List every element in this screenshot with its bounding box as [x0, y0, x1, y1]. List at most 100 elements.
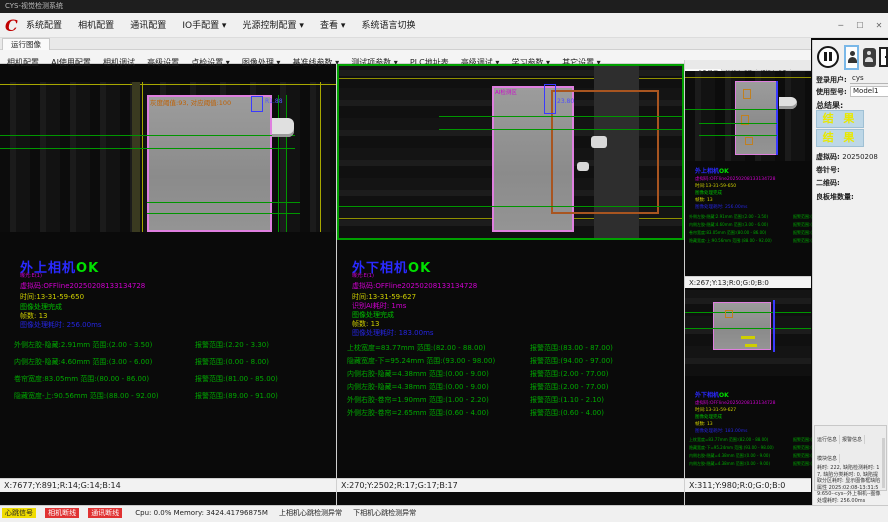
measurement-row: 内侧左胶-隐藏=4.38mm 范围:(0.00 - 9.00) 报警范围:(2.…	[347, 382, 677, 392]
close-icon[interactable]: ✕	[872, 15, 886, 37]
measurement-row: 外侧左胶-卷帘=2.65mm 范围:(0.60 - 4.00) 报警范围:(0.…	[347, 408, 677, 418]
measurement-text: 内侧左胶-隐藏:4.60mm 范围:(3.00 - 6.00)	[689, 222, 768, 227]
mini-line: 图像处理耗时: 256.00ms	[695, 204, 747, 210]
alarm-range: 报警范围:(1.10 - 2.10)	[530, 395, 604, 405]
measurement-row: 卷帘宽度:83.05mm 范围:(80.00 - 86.00) 报警范围:(81…	[14, 374, 334, 384]
alarm-range: 报警范围:(83.00 - 87.00)	[530, 343, 613, 353]
tool-baseline-params[interactable]: 基准线参数 ▾	[293, 56, 340, 69]
measurement-text: 上枕宽度=83.77mm 范围:(82.00 - 88.00)	[347, 344, 486, 352]
panel-separator	[336, 64, 337, 505]
alarm-range: 报警范围:(0.60 - 4.00)	[530, 408, 604, 418]
tab-alarm-info[interactable]: 报警信息	[840, 435, 865, 444]
measurement-row: 内侧左胶-隐藏:4.60mm 范围:(3.00 - 6.00) 报警范围:(0.…	[14, 357, 334, 367]
tab-run-info[interactable]: 运行信息	[815, 435, 840, 444]
menu-view[interactable]: 查看 ▾	[320, 14, 345, 39]
measurement-row: 隐藏宽度-上:90.56mm 范围:(88.00 - 92.00) 报警范围:(…	[14, 391, 334, 401]
measurement-text: 卷帘宽度:83.05mm 范围:(80.00 - 86.00)	[14, 375, 149, 383]
defect-box	[743, 89, 751, 99]
ng-tab-bar: NG成像显示外线内成像超标内成像	[685, 60, 811, 71]
menu-system-config[interactable]: 系统配置	[26, 14, 62, 39]
maximize-icon[interactable]: ☐	[853, 15, 867, 37]
alarm-range: 报警范围:(2.20 - 3.30)	[195, 340, 269, 350]
scrollbar[interactable]	[882, 438, 885, 488]
middle-camera-view[interactable]: AI检测区 23.80	[337, 64, 684, 240]
logout-button[interactable]	[879, 47, 888, 67]
label-mark	[741, 336, 755, 339]
operator-mode-button[interactable]	[844, 45, 859, 70]
admin-mode-button[interactable]	[863, 48, 876, 67]
measurement-row: 内侧右胶-隐藏=4.38mm 范围:(0.00 - 9.00) 报警范围:(2.…	[347, 369, 677, 379]
menu-light-config[interactable]: 光源控制配置 ▾	[243, 14, 304, 39]
pause-button[interactable]	[817, 46, 839, 68]
user-icon	[865, 57, 873, 62]
barcode-label: 虚拟码: 20250208	[816, 152, 878, 162]
measure-line	[439, 129, 684, 130]
menu-camera-config[interactable]: 相机配置	[78, 14, 114, 39]
mini-measurement-row: 内侧左胶-隐藏:4.60mm 范围:(3.00 - 6.00) 报警范围:(0.…	[689, 222, 768, 228]
minimize-icon[interactable]: ─	[834, 15, 848, 37]
comm-offline-badge: 通讯断线	[88, 508, 122, 518]
roi-line	[773, 300, 775, 352]
alarm-range: 报警范围:(81.00 - 85.00)	[195, 374, 278, 384]
tool-spot-check[interactable]: 点检设置 ▾	[191, 56, 230, 69]
user-icon	[848, 57, 857, 63]
ng-top-camera-view[interactable]	[685, 71, 811, 161]
menu-io-config[interactable]: IO手配置 ▾	[182, 14, 226, 39]
measure-line-vertical	[278, 95, 279, 232]
window-title: CYS-视觉检测系统	[5, 2, 63, 10]
tool-advanced-settings[interactable]: 高级设置	[147, 56, 179, 69]
measure-line	[439, 116, 684, 117]
measurement-text: 隐藏宽度-上:90.56mm 范围:(88.00 - 92.00)	[14, 392, 159, 400]
app-window: CYS-视觉检测系统 C 系统配置 相机配置 通讯配置 IO手配置 ▾ 光源控制…	[0, 0, 888, 522]
alarm-range: 报警范围:(0.00 - 8.00)	[195, 357, 269, 367]
login-user-label: 登录用户:	[816, 75, 847, 85]
measure-line-vertical	[286, 95, 287, 232]
menu-comm-config[interactable]: 通讯配置	[130, 14, 166, 39]
title-bar: CYS-视觉检测系统	[0, 0, 888, 13]
login-user-field[interactable]: cys	[850, 74, 888, 84]
menu-language[interactable]: 系统语言切换	[362, 14, 416, 39]
measure-line	[685, 328, 811, 329]
mini-line: 虚拟码:OFFline20250208133134728	[695, 176, 776, 182]
barcode-line: 虚拟码:OFFline20250208133134728	[352, 281, 477, 291]
model-field[interactable]: Model1	[850, 86, 888, 97]
model-label: 使用型号:	[816, 87, 847, 97]
mini-measurement-row: 卷帘宽度:83.05mm 范围:(80.00 - 86.00) 报警范围:(81…	[689, 230, 766, 236]
measurement-text: 外侧左胶-隐藏:2.91mm 范围:(2.00 - 3.50)	[689, 214, 768, 219]
process-time-line: 图像处理耗时: 183.00ms	[352, 328, 434, 338]
cpu-memory-status: Cpu: 0.0% Memory: 3424.41796875M	[135, 506, 268, 520]
mini-line: 帧数: 13	[695, 197, 713, 203]
app-logo-icon: C	[5, 16, 21, 34]
camera-name: 外下相机	[695, 392, 719, 399]
middle-coords-statusbar: X:270;Y:2502;R:17;G:17;B:17	[337, 478, 684, 492]
tool-camera-config[interactable]: 相机配置	[7, 56, 39, 69]
measure-line	[699, 123, 777, 124]
mini-line: 虚拟码:OFFline20250208133134728	[695, 400, 776, 406]
alarm-range: 报警范围:(89.00 - 91.00)	[195, 391, 278, 401]
tool-ai-config[interactable]: AI使用配置	[51, 56, 91, 69]
tab-module-info[interactable]: 模块信息	[815, 454, 840, 463]
tool-image-process[interactable]: 图像处理 ▾	[242, 56, 281, 69]
info-log-text: 耗时: 222, 缺陷检测耗时: 17, 缺陷分类耗时: 0, 缺陷提取分区耗时…	[815, 464, 886, 505]
cell-region	[147, 95, 272, 232]
measurement-text: 内侧右胶-隐藏=4.38mm 范围:(0.00 - 9.00)	[689, 453, 770, 458]
heartbeat-badge: 心跳信号	[2, 508, 36, 518]
measurement-text: 外侧左胶-卷帘=2.65mm 范围:(0.60 - 4.00)	[347, 409, 489, 417]
roi-label: 23.80	[557, 98, 574, 105]
measure-line	[685, 109, 777, 110]
edge-band	[132, 82, 140, 232]
ng-bottom-camera-view[interactable]	[685, 290, 811, 376]
reel-number-label: 卷针号:	[816, 165, 840, 175]
measurement-row: 上枕宽度=83.77mm 范围:(82.00 - 88.00) 报警范围:(83…	[347, 343, 677, 353]
left-camera-view[interactable]: R1.88 灰度阈值:93, 对应阈值:100	[0, 82, 336, 232]
ai-region-label: AI检测区	[495, 88, 517, 96]
alarm-range: 报警范围:(94.00 - 97.00)	[530, 356, 613, 366]
cell-region	[713, 302, 771, 350]
measurement-text: 内侧右胶-隐藏=4.38mm 范围:(0.00 - 9.00)	[347, 370, 489, 378]
roi-line	[776, 81, 778, 155]
tool-camera-debug[interactable]: 相机调试	[103, 56, 135, 69]
user-icon	[850, 51, 855, 56]
mini-measurement-row: 隐藏宽度-上:90.56mm 范围:(88.00 - 92.00) 报警范围:(…	[689, 238, 772, 244]
measurement-text: 外侧左胶-隐藏:2.91mm 范围:(2.00 - 3.50)	[14, 341, 152, 349]
roi-box	[251, 96, 263, 112]
